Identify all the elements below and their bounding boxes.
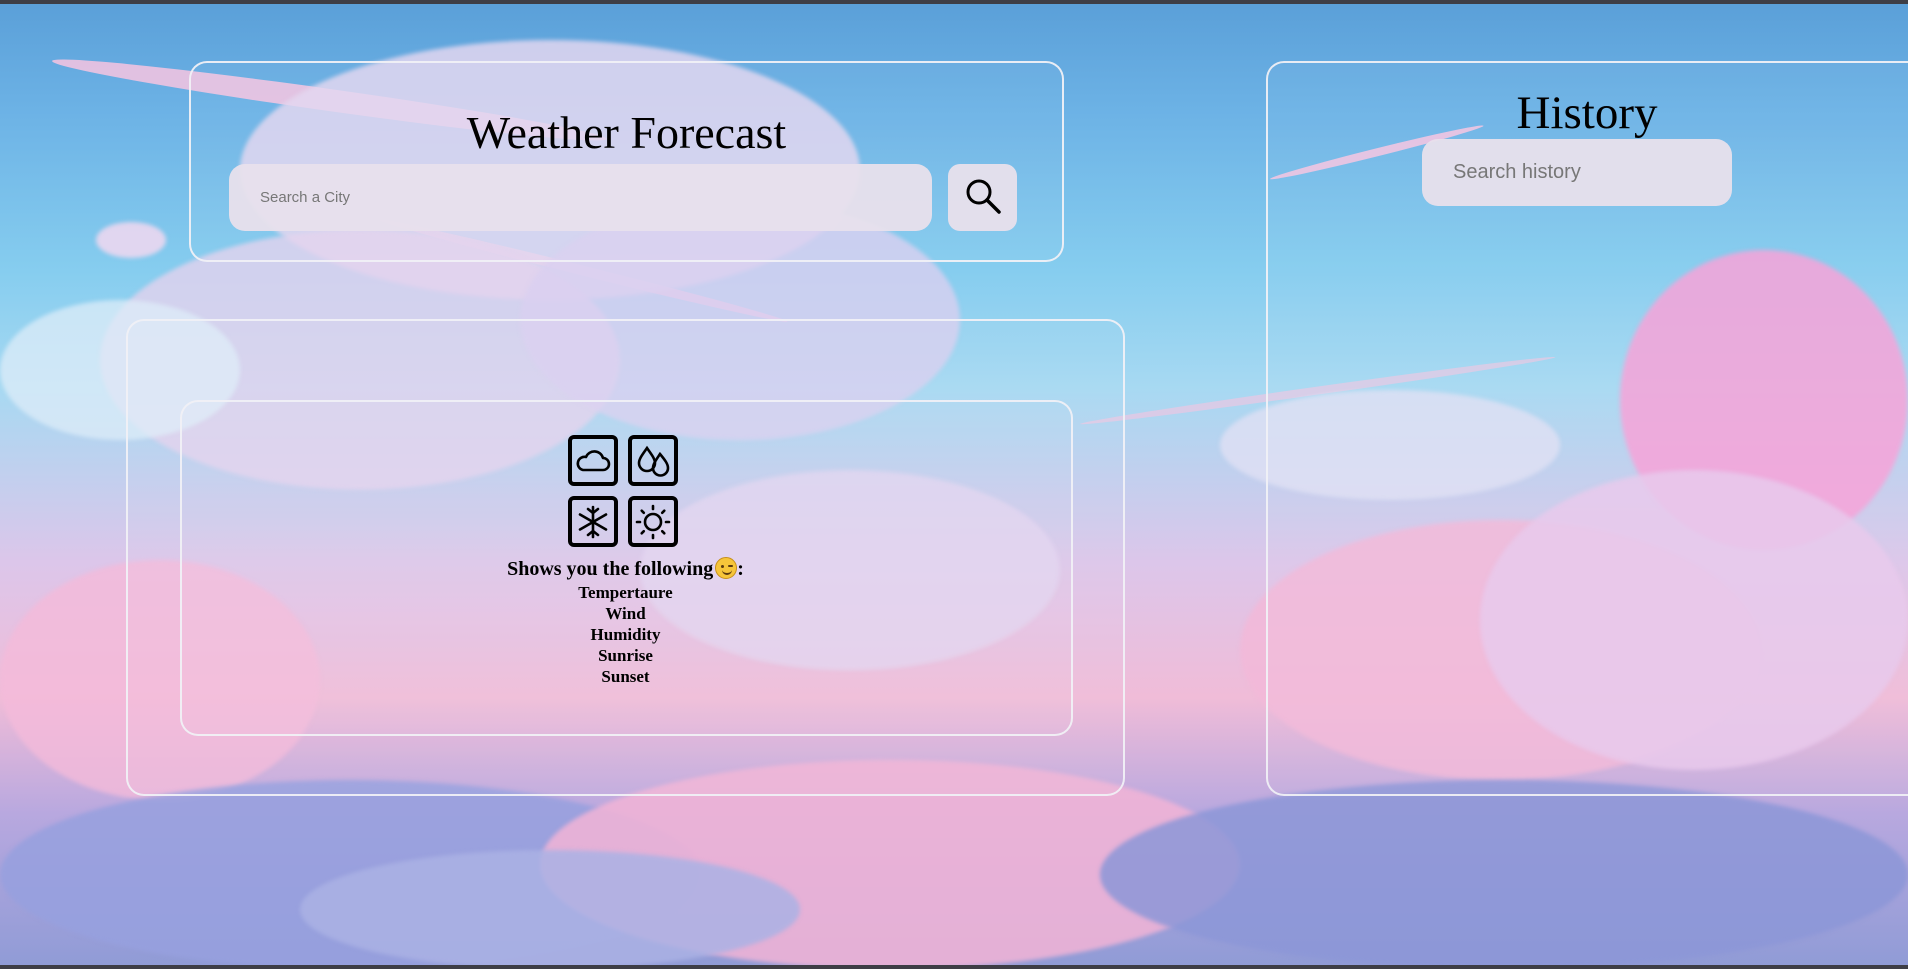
page-title: Weather Forecast xyxy=(466,107,787,158)
history-search-input[interactable] xyxy=(1422,139,1732,206)
search-icon xyxy=(964,177,1002,218)
info-heading: Shows you the following: xyxy=(400,556,851,582)
list-item: Tempertaure xyxy=(578,583,673,602)
history-title: History xyxy=(1516,87,1658,139)
info-heading-suffix: : xyxy=(737,558,744,580)
search-panel xyxy=(189,61,1064,262)
list-item: Wind xyxy=(605,604,646,623)
cloud-icon xyxy=(568,435,618,486)
sun-icon xyxy=(628,496,678,547)
list-item: Sunset xyxy=(601,667,650,686)
city-search-input[interactable] xyxy=(229,164,932,231)
info-list: Tempertaure Wind Humidity Sunrise Sunset xyxy=(400,582,851,687)
winking-smile-emoji xyxy=(715,557,738,579)
droplets-icon xyxy=(628,435,678,486)
snowflake-icon xyxy=(568,496,618,547)
window-top-border xyxy=(0,0,1908,4)
list-item: Humidity xyxy=(590,625,661,644)
info-heading-text: Shows you the following xyxy=(507,558,714,580)
search-button[interactable] xyxy=(948,164,1017,231)
window-bottom-border xyxy=(0,965,1908,969)
list-item: Sunrise xyxy=(598,646,653,665)
weather-icon-grid xyxy=(568,435,684,551)
